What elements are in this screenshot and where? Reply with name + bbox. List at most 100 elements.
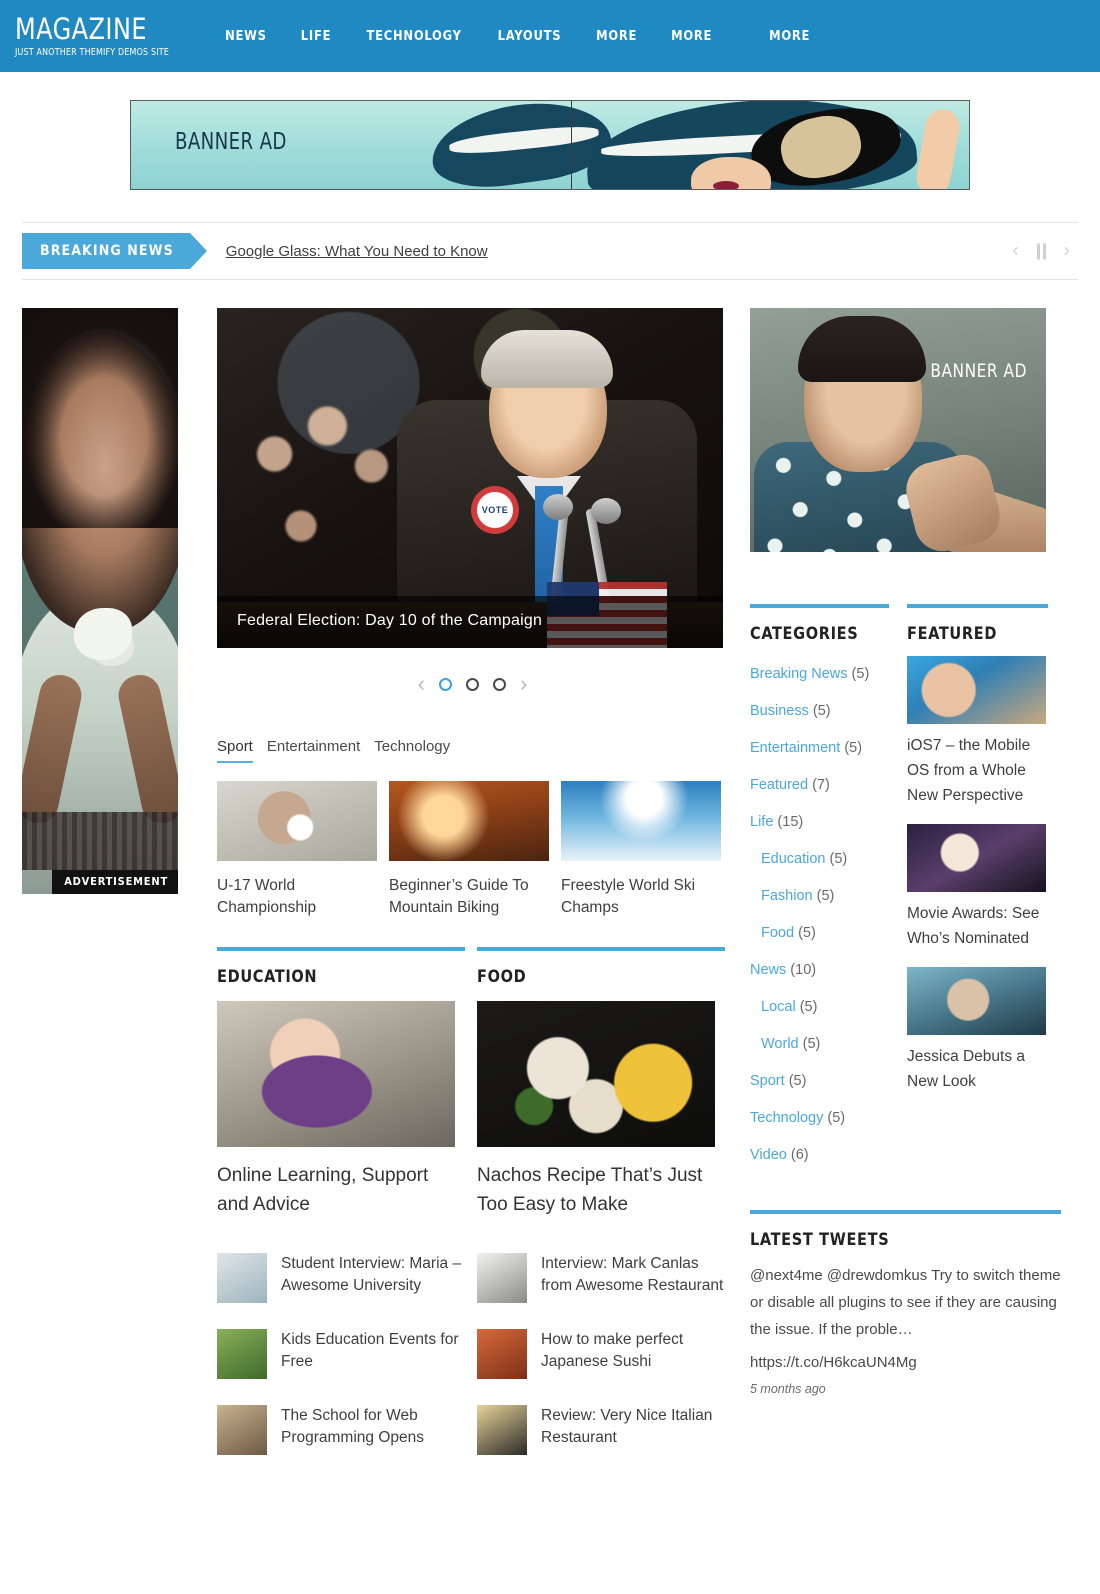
list-item[interactable]: Kids Education Events for Free bbox=[217, 1329, 465, 1379]
main-content-column: VOTE Federal Election: Day 10 of the Cam… bbox=[200, 308, 728, 1481]
slider-prev-icon[interactable]: ‹ bbox=[418, 673, 425, 695]
slider-caption-title: Federal Election: Day 10 of the Campaign bbox=[237, 612, 543, 629]
category-count: (5) bbox=[844, 740, 863, 756]
featured-item-title: Movie Awards: See Who’s Nominated bbox=[907, 905, 1040, 947]
nav-item-layouts[interactable]: LAYOUTS bbox=[483, 28, 577, 44]
tab-entertainment[interactable]: Entertainment bbox=[267, 738, 360, 763]
section-hero-title-education[interactable]: Online Learning, Support and Advice bbox=[217, 1161, 455, 1219]
widget-rule bbox=[750, 1210, 1061, 1214]
tab-card-thumbnail bbox=[389, 781, 549, 861]
sidebar-ad-label: BANNER AD bbox=[930, 360, 1027, 382]
tab-card[interactable]: U-17 World Championship bbox=[217, 781, 377, 919]
section-rule bbox=[217, 947, 465, 951]
slider-dot-3[interactable] bbox=[493, 677, 506, 691]
featured-item-title: Jessica Debuts a New Look bbox=[907, 1048, 1026, 1090]
tweet-link[interactable]: https://t.co/H6kcaUN4Mg bbox=[750, 1349, 1061, 1376]
category-link-breaking-news[interactable]: Breaking News (5) bbox=[750, 656, 889, 693]
tab-card[interactable]: Freestyle World Ski Champs bbox=[561, 781, 721, 919]
category-count: (5) bbox=[816, 888, 835, 904]
category-sections: EDUCATION Online Learning, Support and A… bbox=[217, 947, 728, 1481]
slider-artwork-mic-head-1 bbox=[543, 494, 573, 520]
category-count: (5) bbox=[802, 1036, 821, 1052]
breaking-news-headline[interactable]: Google Glass: What You Need to Know bbox=[226, 243, 488, 260]
chevron-right-icon[interactable]: › bbox=[1064, 242, 1070, 261]
category-label: Breaking News bbox=[750, 666, 848, 682]
category-link-business[interactable]: Business (5) bbox=[750, 693, 889, 730]
category-label: Entertainment bbox=[750, 740, 841, 756]
tab-sport[interactable]: Sport bbox=[217, 738, 253, 763]
list-item[interactable]: Student Interview: Maria – Awesome Unive… bbox=[217, 1253, 465, 1303]
category-link-education[interactable]: Education (5) bbox=[750, 841, 889, 878]
pause-icon[interactable] bbox=[1036, 243, 1046, 259]
featured-slider[interactable]: VOTE Federal Election: Day 10 of the Cam… bbox=[217, 308, 723, 648]
slider-next-icon[interactable]: › bbox=[520, 673, 527, 695]
category-link-fashion[interactable]: Fashion (5) bbox=[750, 878, 889, 915]
breaking-news-area: BREAKING NEWS Google Glass: What You Nee… bbox=[0, 190, 1100, 280]
widget-title-featured: FEATURED bbox=[907, 624, 998, 644]
logo-tagline: JUST ANOTHER THEMIFY DEMOS SITE bbox=[15, 46, 169, 58]
category-link-world[interactable]: World (5) bbox=[750, 1026, 889, 1063]
site-header: MAGAZINE JUST ANOTHER THEMIFY DEMOS SITE… bbox=[0, 0, 1100, 72]
list-item-title: Student Interview: Maria – Awesome Unive… bbox=[281, 1255, 462, 1294]
category-label: Featured bbox=[750, 777, 809, 793]
left-ad-artwork-hair bbox=[22, 308, 178, 528]
section-hero-image-education[interactable] bbox=[217, 1001, 455, 1147]
sidebar: BANNER AD CATEGORIES Breaking News (5) B… bbox=[728, 308, 1061, 1481]
category-link-video[interactable]: Video (6) bbox=[750, 1137, 889, 1174]
list-item[interactable]: How to make perfect Japanese Sushi bbox=[477, 1329, 725, 1379]
featured-item[interactable]: Movie Awards: See Who’s Nominated bbox=[907, 824, 1048, 951]
tweet-text: @next4me @drewdomkus Try to switch theme… bbox=[750, 1267, 1061, 1338]
category-count: (5) bbox=[829, 851, 848, 867]
widget-featured: FEATURED iOS7 – the Mobile OS from a Who… bbox=[907, 604, 1048, 1174]
nav-item-more-3[interactable]: MORE bbox=[753, 28, 825, 44]
category-link-local[interactable]: Local (5) bbox=[750, 989, 889, 1026]
section-hero-title-food[interactable]: Nachos Recipe That’s Just Too Easy to Ma… bbox=[477, 1161, 715, 1219]
slider-caption[interactable]: Federal Election: Day 10 of the Campaign bbox=[217, 596, 723, 648]
tab-card-thumbnail bbox=[561, 781, 721, 861]
breaking-news-tag: BREAKING NEWS bbox=[22, 233, 207, 269]
category-label: Local bbox=[761, 999, 796, 1015]
category-link-featured[interactable]: Featured (7) bbox=[750, 767, 889, 804]
list-item[interactable]: Review: Very Nice Italian Restaurant bbox=[477, 1405, 725, 1455]
section-hero-image-food[interactable] bbox=[477, 1001, 715, 1147]
vote-badge-icon: VOTE bbox=[471, 486, 519, 534]
nav-item-news[interactable]: NEWS bbox=[210, 28, 282, 44]
featured-item[interactable]: Jessica Debuts a New Look bbox=[907, 967, 1048, 1094]
featured-item[interactable]: iOS7 – the Mobile OS from a Whole New Pe… bbox=[907, 656, 1048, 808]
category-link-entertainment[interactable]: Entertainment (5) bbox=[750, 730, 889, 767]
sidebar-advertisement[interactable]: BANNER AD bbox=[750, 308, 1046, 552]
chevron-left-icon[interactable]: ‹ bbox=[1012, 242, 1018, 261]
section-food: FOOD Nachos Recipe That’s Just Too Easy … bbox=[477, 947, 725, 1481]
left-advertisement[interactable]: ADVERTISEMENT bbox=[22, 308, 178, 894]
nav-item-more-2[interactable]: MORE bbox=[656, 28, 728, 44]
nav-item-technology[interactable]: TECHNOLOGY bbox=[351, 28, 477, 44]
category-link-food[interactable]: Food (5) bbox=[750, 915, 889, 952]
site-logo[interactable]: MAGAZINE JUST ANOTHER THEMIFY DEMOS SITE bbox=[14, 14, 192, 59]
banner-ad-divider bbox=[571, 101, 572, 189]
nav-item-more-1[interactable]: MORE bbox=[581, 28, 653, 44]
featured-item-thumbnail bbox=[907, 656, 1046, 724]
list-item-thumbnail bbox=[217, 1329, 267, 1379]
category-link-news[interactable]: News (10) bbox=[750, 952, 889, 989]
tab-technology[interactable]: Technology bbox=[374, 738, 450, 763]
list-item[interactable]: The School for Web Programming Opens bbox=[217, 1405, 465, 1455]
category-label: Fashion bbox=[761, 888, 813, 904]
top-banner-ad-label: BANNER AD bbox=[175, 129, 287, 155]
category-link-life[interactable]: Life (15) bbox=[750, 804, 889, 841]
category-label: Food bbox=[761, 925, 795, 941]
category-link-sport[interactable]: Sport (5) bbox=[750, 1063, 889, 1100]
category-label: Sport bbox=[750, 1073, 785, 1089]
top-banner-ad[interactable]: BANNER AD bbox=[130, 100, 970, 190]
section-title-food: FOOD bbox=[477, 967, 527, 987]
breaking-news-bar: BREAKING NEWS Google Glass: What You Nee… bbox=[22, 222, 1078, 280]
tab-card[interactable]: Beginner’s Guide To Mountain Biking bbox=[389, 781, 549, 919]
slider-dot-2[interactable] bbox=[466, 677, 479, 691]
list-item-thumbnail bbox=[477, 1329, 527, 1379]
section-education: EDUCATION Online Learning, Support and A… bbox=[217, 947, 465, 1481]
list-item[interactable]: Interview: Mark Canlas from Awesome Rest… bbox=[477, 1253, 725, 1303]
category-link-technology[interactable]: Technology (5) bbox=[750, 1100, 889, 1137]
slider-dot-1[interactable] bbox=[439, 677, 452, 691]
nav-item-life[interactable]: LIFE bbox=[285, 28, 346, 44]
main-navigation: NEWS LIFE TECHNOLOGY LAYOUTS MORE MORE M… bbox=[208, 28, 827, 44]
tab-panel-sport: U-17 World Championship Beginner’s Guide… bbox=[217, 781, 728, 919]
